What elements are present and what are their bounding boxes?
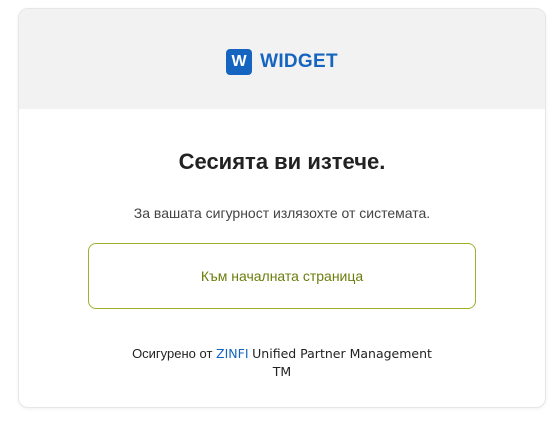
card-body: Сесията ви изтече. За вашата сигурност и…: [19, 149, 545, 381]
logo-mark-icon: W: [226, 49, 253, 75]
footer-suffix: Unified Partner Management: [252, 346, 432, 361]
logo-text: WIDGET: [260, 51, 338, 72]
page-title: Сесията ви изтече.: [178, 149, 386, 174]
footer-trademark: TM: [272, 364, 292, 379]
widget-logo: W WIDGET: [226, 49, 338, 75]
powered-by-footer: Осигурено от ZINFI Unified Partner Manag…: [92, 345, 472, 381]
footer-prefix: Осигурено от: [132, 346, 213, 361]
logout-message: За вашата сигурност излязохте от система…: [133, 205, 431, 221]
page: W WIDGET Сесията ви изтече. За вашата си…: [0, 0, 558, 441]
card-header: W WIDGET: [19, 9, 545, 109]
zinfi-link[interactable]: ZINFI: [216, 346, 248, 361]
session-expired-card: W WIDGET Сесията ви изтече. За вашата си…: [18, 8, 546, 408]
home-page-button[interactable]: Към началната страница: [88, 243, 476, 309]
